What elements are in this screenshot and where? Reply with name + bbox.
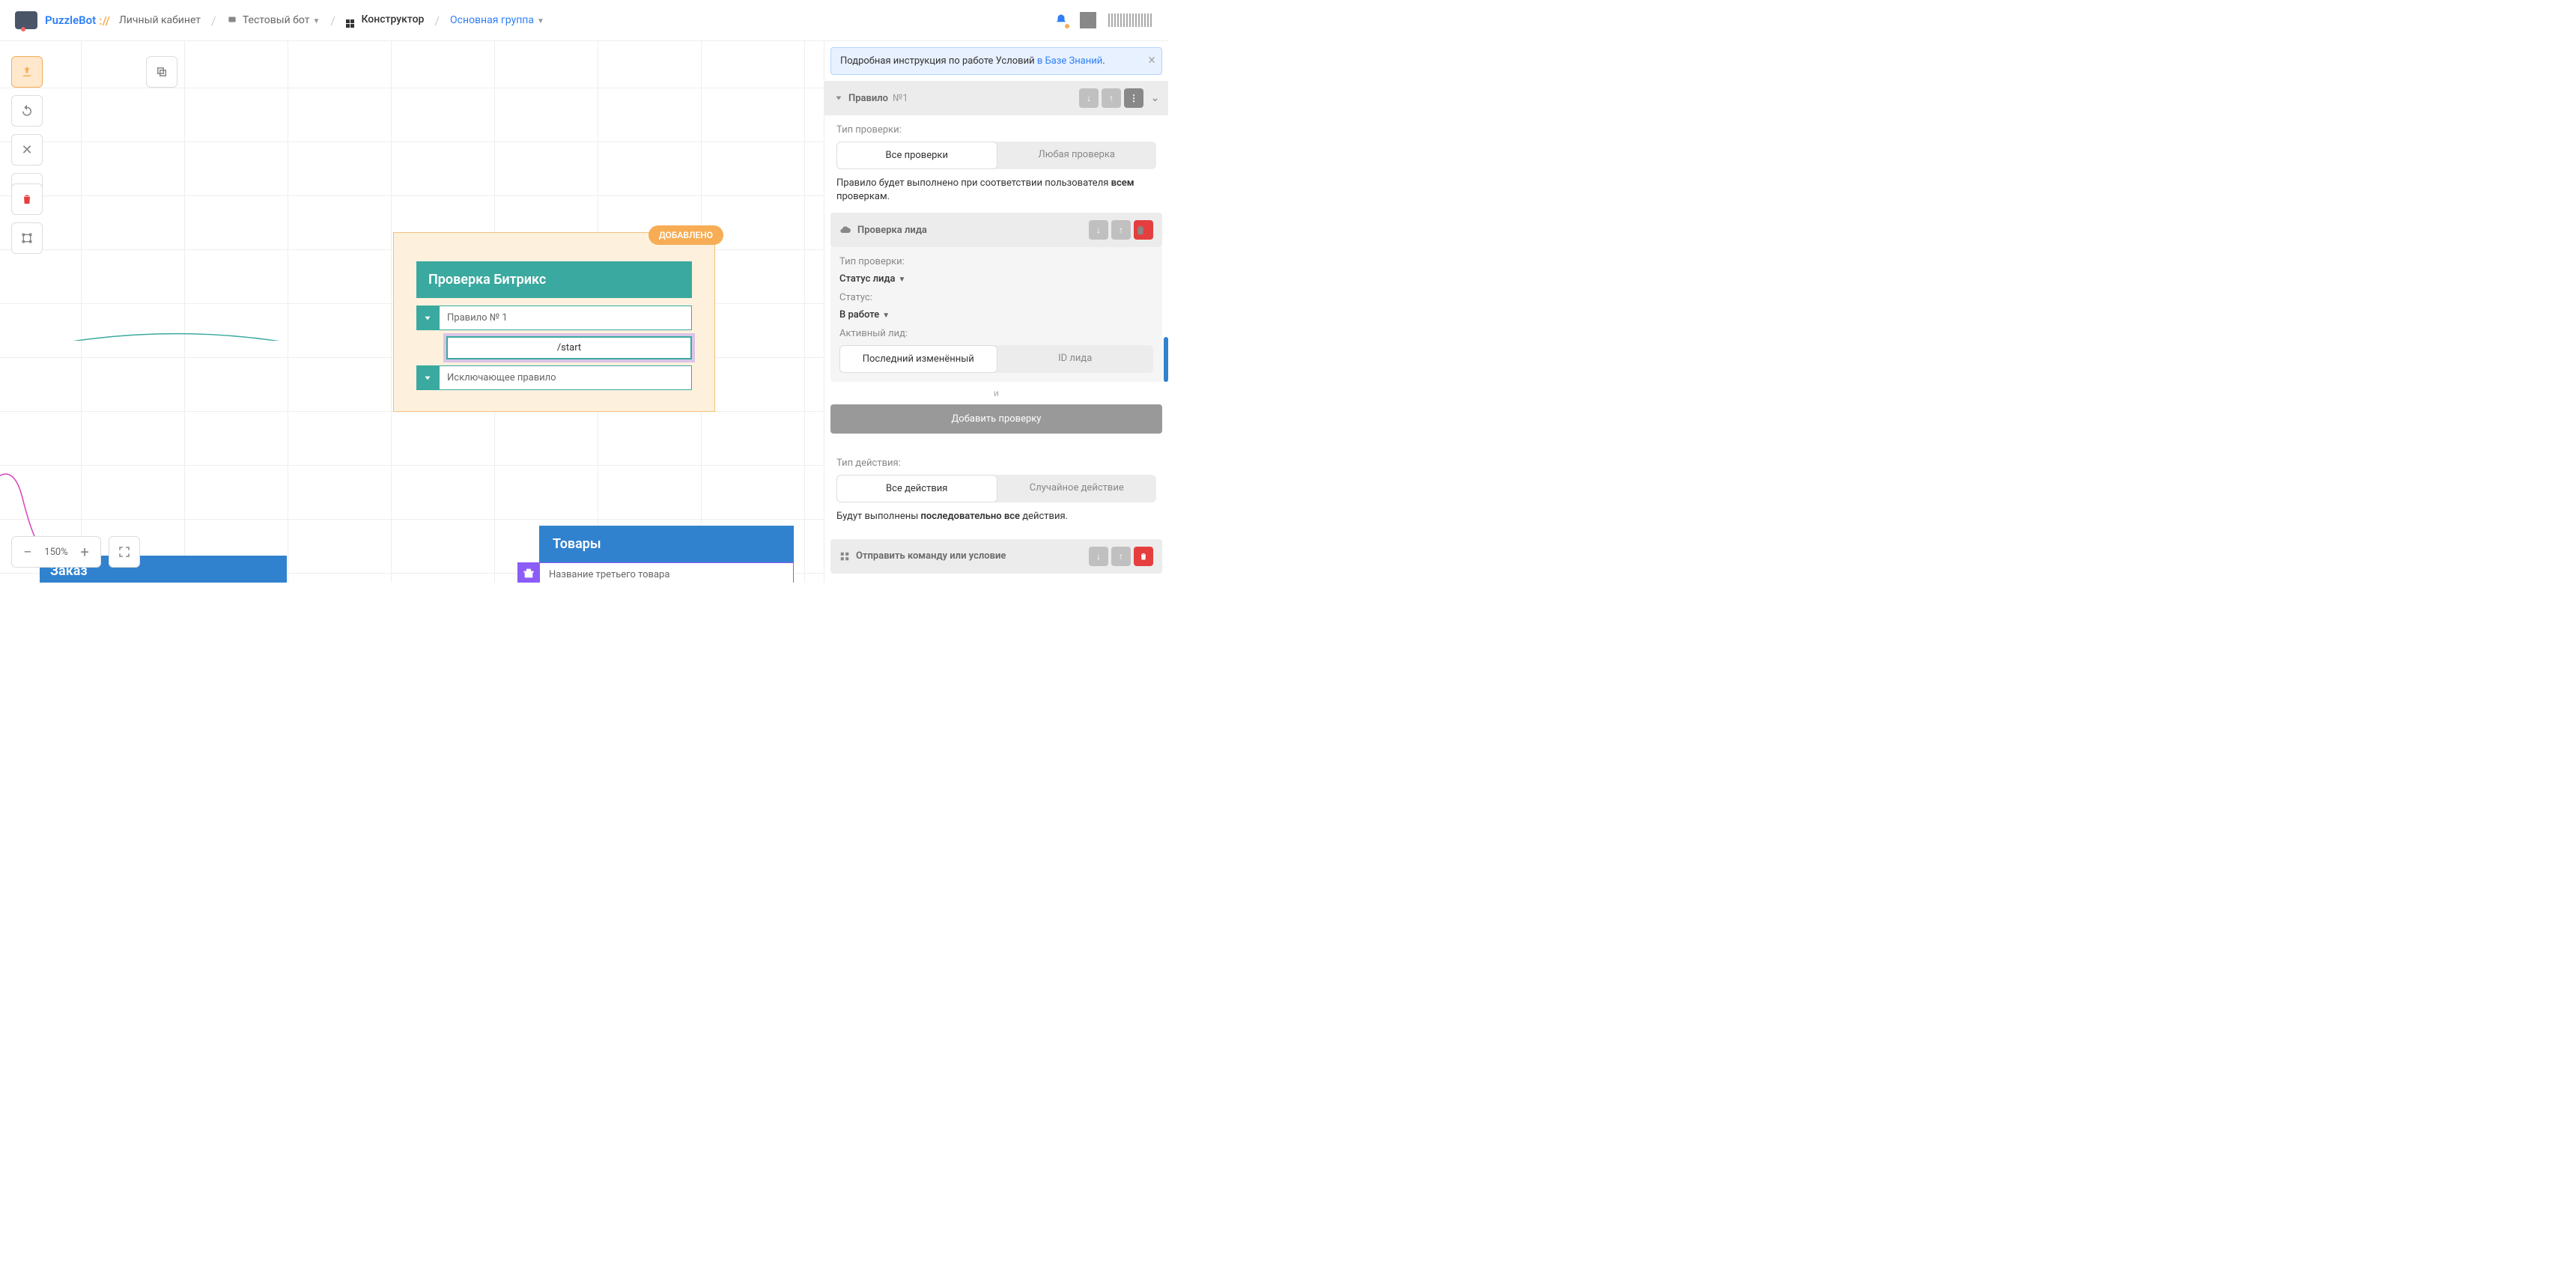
delete-button[interactable]: [1134, 220, 1153, 240]
robot-icon: [227, 14, 237, 25]
seg-any-check[interactable]: Любая проверка: [997, 142, 1157, 169]
status-dropdown[interactable]: В работе▼: [839, 309, 1153, 320]
goods-name: Название третьего товара: [540, 563, 793, 583]
rule-header[interactable]: Правило №1 ↓ ↑ ⋮ ⌄: [824, 81, 1168, 115]
more-button[interactable]: ⋮: [1124, 88, 1143, 108]
crumb-builder[interactable]: Конструктор: [340, 10, 430, 31]
check-type-label: Тип проверки:: [836, 124, 1156, 136]
action-type-label: Тип действия:: [836, 458, 1156, 469]
side-panel: Подробная инструкция по работе Условий в…: [824, 41, 1168, 583]
close-icon[interactable]: ×: [1148, 52, 1155, 68]
action-type-segment: Все действия Случайное действие: [836, 475, 1156, 502]
rule-row[interactable]: Исключающее правило: [416, 365, 692, 390]
zoom-controls: − 150% +: [11, 536, 140, 568]
node-condition[interactable]: ДОБАВЛЕНО Проверка Битрикс Правило № 1 /…: [393, 232, 715, 412]
crumb-bot[interactable]: Тестовый бот▼: [221, 11, 326, 29]
caret-down-icon: ▼: [537, 17, 544, 25]
caret-down-icon: ▼: [312, 17, 320, 25]
goods-card[interactable]: Название третьего товара Группа: Группа …: [539, 562, 794, 583]
zoom-value: 150%: [37, 547, 75, 558]
zoom-out-button[interactable]: −: [18, 543, 37, 561]
seg-random-action[interactable]: Случайное действие: [997, 475, 1157, 502]
bell-icon[interactable]: [1054, 13, 1068, 27]
avatar[interactable]: [1080, 12, 1096, 28]
badge-added: ДОБАВЛЕНО: [648, 225, 723, 245]
duplicate-button[interactable]: [146, 56, 177, 88]
brand[interactable]: PuzzleBot: [45, 13, 96, 27]
check-header[interactable]: Проверка лида ↓ ↑: [830, 213, 1162, 247]
fullscreen-button[interactable]: [109, 536, 140, 568]
canvas[interactable]: ✕ ДОБАВЛЕНО Проверка Битрикс Правило № 1…: [0, 41, 824, 583]
logo-icon[interactable]: [15, 11, 37, 29]
rule-row[interactable]: Правило № 1: [416, 306, 692, 330]
delete-button[interactable]: [11, 183, 43, 215]
seg-lead-id[interactable]: ID лида: [997, 345, 1154, 373]
move-down-button[interactable]: ↓: [1089, 547, 1108, 566]
kb-link[interactable]: в Базе Знаний: [1037, 55, 1102, 67]
toolbar-side: [11, 183, 43, 254]
node-goods[interactable]: Товары Название третьего товара Группа: …: [539, 526, 794, 583]
action-hint: Будут выполнены последовательно все дейс…: [836, 510, 1156, 523]
triangle-down-icon: [833, 93, 844, 103]
check-hint: Правило будет выполнено при соответствии…: [836, 177, 1156, 204]
zoom-in-button[interactable]: +: [75, 543, 94, 561]
delete-button[interactable]: [1134, 547, 1153, 566]
rule-handle-icon[interactable]: [416, 306, 439, 330]
active-lead-segment: Последний изменённый ID лида: [839, 345, 1153, 373]
move-down-button[interactable]: ↓: [1089, 220, 1108, 240]
check-body: Тип проверки: Статус лида▼ Статус: В раб…: [830, 247, 1162, 382]
slash-icon: ://: [99, 13, 110, 28]
node-title: Товары: [539, 526, 794, 562]
start-command[interactable]: /start: [446, 336, 692, 359]
and-separator: и: [824, 382, 1168, 404]
crumb-group[interactable]: Основная группа▼: [444, 11, 550, 29]
grid-icon: [346, 19, 354, 28]
move-up-button[interactable]: ↑: [1102, 88, 1121, 108]
upload-button[interactable]: [11, 56, 43, 88]
move-up-button[interactable]: ↑: [1111, 220, 1131, 240]
scrollbar[interactable]: [1164, 337, 1168, 382]
rule-handle-icon[interactable]: [416, 365, 439, 390]
undo-button[interactable]: [11, 95, 43, 127]
cloud-icon: [839, 224, 851, 236]
toolbar-top: ✕: [11, 56, 43, 204]
frame-button[interactable]: [11, 222, 43, 254]
info-banner: Подробная инструкция по работе Условий в…: [830, 47, 1162, 75]
crumb-cabinet[interactable]: Личный кабинет: [113, 11, 207, 29]
barcode-icon: [1108, 13, 1153, 27]
close-button[interactable]: ✕: [11, 134, 43, 165]
grid-icon: [839, 551, 850, 562]
check-type-segment: Все проверки Любая проверка: [836, 142, 1156, 169]
seg-last-modified[interactable]: Последний изменённый: [839, 345, 997, 373]
move-up-button[interactable]: ↑: [1111, 547, 1131, 566]
chevron-down-icon[interactable]: ⌄: [1151, 93, 1159, 104]
header: PuzzleBot :// Личный кабинет / Тестовый …: [0, 0, 1168, 41]
gift-icon: [517, 562, 540, 583]
move-down-button[interactable]: ↓: [1079, 88, 1099, 108]
seg-all-actions[interactable]: Все действия: [836, 475, 997, 502]
seg-all-checks[interactable]: Все проверки: [836, 142, 997, 169]
action-header[interactable]: Отправить команду или условие ↓ ↑: [830, 539, 1162, 574]
add-check-button[interactable]: Добавить проверку: [830, 404, 1162, 434]
wire: [0, 303, 419, 341]
check-type-dropdown[interactable]: Статус лида▼: [839, 273, 1153, 285]
node-title: Проверка Битрикс: [416, 261, 692, 298]
